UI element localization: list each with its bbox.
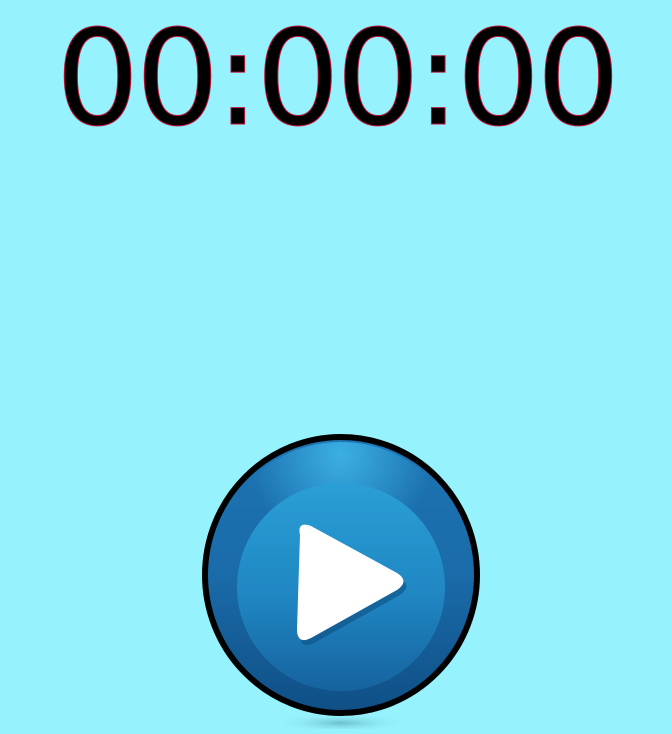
timer-display: 00:00:00 (55, 2, 621, 156)
play-button[interactable] (201, 433, 481, 729)
play-icon (202, 434, 480, 729)
